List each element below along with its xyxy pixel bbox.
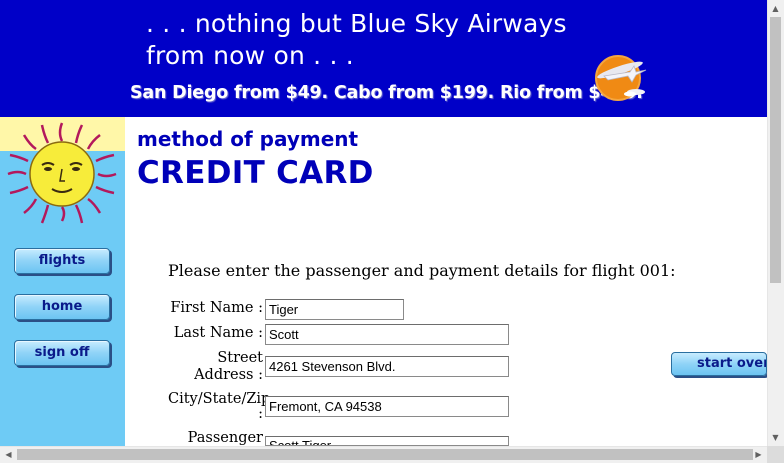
banner-promo: San Diego from $49. Cabo from $199. Rio … bbox=[130, 83, 643, 103]
sun-face-icon bbox=[0, 117, 125, 231]
scroll-up-icon[interactable]: ▲ bbox=[767, 0, 784, 17]
street-label: Street bbox=[217, 350, 263, 366]
city-state-zip-label-colon: : bbox=[258, 406, 263, 422]
city-state-zip-field[interactable]: Fremont, CA 94538 bbox=[265, 396, 509, 417]
banner-tagline: . . . nothing but Blue Sky Airways bbox=[146, 9, 567, 38]
first-name-label: First Name : bbox=[170, 300, 263, 316]
address-label: Address : bbox=[194, 367, 263, 383]
passenger-label: Passenger bbox=[187, 430, 263, 446]
scroll-down-icon[interactable]: ▼ bbox=[767, 429, 784, 446]
last-name-field[interactable]: Scott bbox=[265, 324, 509, 345]
banner-tagline-second: from now on . . . bbox=[146, 41, 354, 70]
form-instructions: Please enter the passenger and payment d… bbox=[168, 261, 676, 280]
airplane-sun-icon bbox=[595, 55, 647, 101]
page-title: CREDIT CARD bbox=[137, 155, 374, 191]
vertical-scroll-thumb[interactable] bbox=[770, 17, 781, 283]
horizontal-scroll-thumb[interactable] bbox=[17, 449, 753, 460]
header-banner: . . . nothing but Blue Sky Airways from … bbox=[0, 0, 767, 117]
first-name-field[interactable]: Tiger bbox=[265, 299, 404, 320]
scroll-right-icon[interactable]: ▶ bbox=[750, 446, 767, 463]
scroll-left-icon[interactable]: ◀ bbox=[0, 446, 17, 463]
start-over-button[interactable]: start over bbox=[671, 352, 767, 376]
last-name-label: Last Name : bbox=[173, 325, 263, 341]
sign-off-button[interactable]: sign off bbox=[14, 340, 110, 366]
street-address-field[interactable]: 4261 Stevenson Blvd. bbox=[265, 356, 509, 377]
flights-button[interactable]: flights bbox=[14, 248, 110, 274]
page-subtitle: method of payment bbox=[137, 127, 359, 151]
passenger-field[interactable]: Scott Tiger bbox=[265, 436, 509, 446]
scrollbar-corner bbox=[767, 446, 784, 463]
home-button[interactable]: home bbox=[14, 294, 110, 320]
